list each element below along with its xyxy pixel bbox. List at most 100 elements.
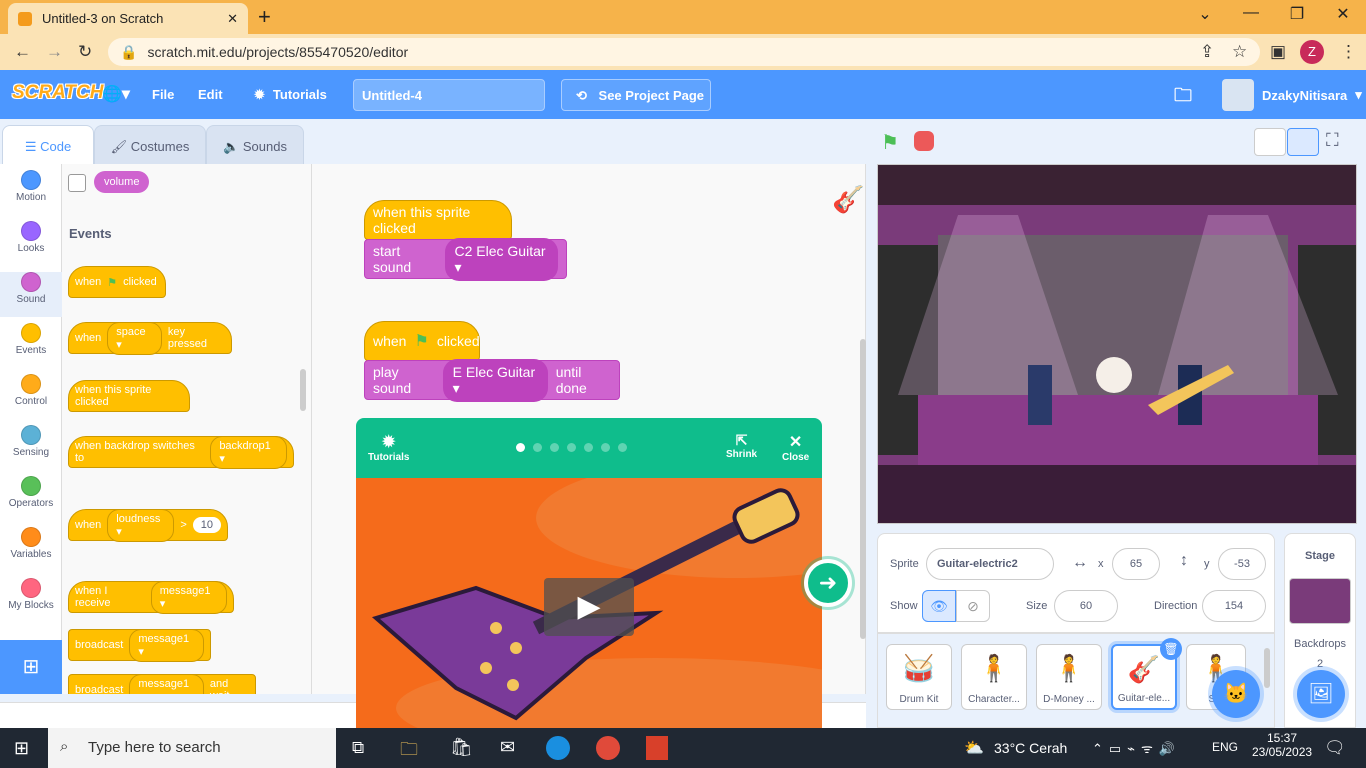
- scratch-logo[interactable]: SCRATCH: [12, 82, 103, 104]
- weather-icon[interactable]: ⛅: [964, 738, 984, 758]
- category-operators[interactable]: Operators: [0, 476, 62, 521]
- y-input[interactable]: -53: [1218, 548, 1266, 580]
- large-stage-button[interactable]: [1287, 128, 1319, 156]
- delete-sprite-icon[interactable]: 🗑: [1160, 638, 1182, 660]
- file-menu[interactable]: File: [152, 87, 174, 102]
- sound-dropdown[interactable]: C2 Elec Guitar ▾: [444, 237, 558, 281]
- green-flag-icon[interactable]: ⚑: [881, 130, 899, 155]
- tab-close-icon[interactable]: ✕: [227, 11, 238, 27]
- tab-costumes[interactable]: 🖌 Costumes: [94, 125, 206, 164]
- when-sprite-clicked-hat[interactable]: when this sprite clicked: [364, 200, 512, 240]
- loudness-dropdown[interactable]: loudness ▾: [107, 508, 175, 542]
- sprite-list-scrollbar[interactable]: [1264, 648, 1270, 688]
- user-menu[interactable]: DzakyNitisara ▾: [1222, 79, 1362, 111]
- add-sprite-cat-icon[interactable]: 🐱: [1212, 670, 1260, 718]
- when-flag-clicked-hat[interactable]: when ⚑ clicked: [364, 321, 480, 361]
- file-explorer-icon[interactable]: 🗀: [400, 737, 418, 767]
- url-field[interactable]: 🔒 scratch.mit.edu/projects/855470520/edi…: [108, 38, 1260, 66]
- step-dot[interactable]: [601, 443, 610, 452]
- backdrop-dropdown[interactable]: backdrop1 ▾: [210, 435, 287, 469]
- bookmark-star-icon[interactable]: ☆: [1232, 42, 1247, 62]
- edit-menu[interactable]: Edit: [198, 87, 223, 102]
- tutorials-button[interactable]: ✹ Tutorials: [368, 432, 409, 463]
- sprite-tile[interactable]: 🧍 Character...: [961, 644, 1027, 710]
- browser-menu-icon[interactable]: ⋮: [1340, 42, 1357, 62]
- step-dot[interactable]: [567, 443, 576, 452]
- message-dropdown[interactable]: message1 ▾: [129, 673, 204, 694]
- when-loudness-block[interactable]: when loudness ▾ > 10: [68, 508, 228, 542]
- sprite-name-input[interactable]: Guitar-electric2: [926, 548, 1054, 580]
- play-sound-until-done-block[interactable]: play sound E Elec Guitar ▾ until done: [364, 358, 620, 402]
- show-visible-eye-icon[interactable]: 👁: [922, 590, 956, 622]
- workspace-scrollbar[interactable]: [860, 339, 866, 639]
- fullscreen-icon[interactable]: ⛶: [1326, 130, 1339, 151]
- tutorial-video[interactable]: ▶: [356, 458, 822, 728]
- threshold-input[interactable]: 10: [192, 517, 221, 533]
- small-stage-button[interactable]: [1254, 128, 1286, 156]
- when-key-pressed-block[interactable]: when space ▾ key pressed: [68, 321, 232, 355]
- when-sprite-clicked-block[interactable]: when this sprite clicked: [68, 380, 190, 412]
- project-title-input[interactable]: Untitled-4: [353, 79, 545, 111]
- see-project-page-button[interactable]: ⟲ See Project Page: [561, 79, 711, 111]
- add-backdrop-icon[interactable]: 🖼: [1297, 670, 1345, 718]
- broadcast-block[interactable]: broadcast message1 ▾: [68, 628, 211, 662]
- message-dropdown[interactable]: message1 ▾: [150, 580, 227, 614]
- when-flag-clicked-block[interactable]: when ⚑ clicked: [68, 266, 166, 298]
- broadcast-and-wait-block[interactable]: broadcast message1 ▾ and wait: [68, 673, 256, 694]
- category-events[interactable]: Events: [0, 323, 62, 368]
- step-dot[interactable]: [550, 443, 559, 452]
- mail-icon[interactable]: ✉: [500, 737, 515, 758]
- windows-start-icon[interactable]: ⊞: [14, 738, 29, 759]
- tab-code[interactable]: ☰ Code: [2, 125, 94, 164]
- tab-sounds[interactable]: 🔈 Sounds: [206, 125, 304, 164]
- browser-tab[interactable]: Untitled-3 on Scratch ✕: [8, 3, 248, 34]
- sound-dropdown[interactable]: E Elec Guitar ▾: [442, 358, 548, 402]
- category-control[interactable]: Control: [0, 374, 62, 419]
- stop-icon[interactable]: [914, 131, 934, 151]
- category-variables[interactable]: Variables: [0, 527, 62, 572]
- profile-avatar[interactable]: Z: [1300, 40, 1324, 64]
- category-motion[interactable]: Motion: [0, 170, 62, 215]
- step-dot[interactable]: [618, 443, 627, 452]
- step-dot[interactable]: [533, 443, 542, 452]
- tab-search-icon[interactable]: ⌄: [1182, 4, 1228, 24]
- stage-canvas[interactable]: [877, 164, 1357, 524]
- edge-browser-icon[interactable]: [546, 736, 570, 760]
- language-indicator[interactable]: ENG: [1212, 740, 1238, 754]
- category-sensing[interactable]: Sensing: [0, 425, 62, 470]
- sidebar-icon[interactable]: ▣: [1270, 42, 1286, 62]
- maximize-button[interactable]: ❐: [1274, 4, 1320, 24]
- step-dot[interactable]: [584, 443, 593, 452]
- hide-eye-slash-icon[interactable]: ⊘: [956, 590, 990, 622]
- new-tab-button[interactable]: +: [258, 4, 271, 30]
- task-view-icon[interactable]: ⧉: [352, 738, 364, 758]
- forward-icon[interactable]: →: [46, 42, 63, 62]
- notifications-icon[interactable]: 🗨: [1324, 738, 1346, 758]
- category-my-blocks[interactable]: My Blocks: [0, 578, 62, 623]
- key-dropdown[interactable]: space ▾: [107, 321, 162, 355]
- share-icon[interactable]: ⇪: [1200, 42, 1214, 62]
- chrome-browser-icon[interactable]: [596, 736, 620, 760]
- clock[interactable]: 15:37 23/05/2023: [1252, 731, 1312, 759]
- when-i-receive-block[interactable]: when I receive message1 ▾: [68, 580, 234, 614]
- play-button[interactable]: ▶: [544, 578, 634, 636]
- volume-reporter[interactable]: volume: [94, 171, 150, 193]
- sprite-tile[interactable]: 🧍 D-Money ...: [1036, 644, 1102, 710]
- add-extension-button[interactable]: ⊞: [0, 640, 62, 694]
- office-app-icon[interactable]: [646, 736, 668, 760]
- direction-input[interactable]: 154: [1202, 590, 1266, 622]
- minimize-button[interactable]: —: [1228, 4, 1274, 22]
- message-dropdown[interactable]: message1 ▾: [129, 628, 204, 662]
- start-sound-block[interactable]: start sound C2 Elec Guitar ▾: [364, 237, 567, 281]
- category-sound[interactable]: Sound: [0, 272, 62, 317]
- stage-selector-panel[interactable]: Stage Backdrops 2 🖼: [1284, 533, 1356, 728]
- reload-icon[interactable]: ↻: [78, 42, 92, 62]
- language-globe-icon[interactable]: 🌐▾: [102, 84, 130, 104]
- volume-checkbox[interactable]: [68, 174, 86, 192]
- size-input[interactable]: 60: [1054, 590, 1118, 622]
- next-step-button[interactable]: ➜: [804, 559, 852, 607]
- tutorials-menu[interactable]: ✹ Tutorials: [254, 87, 327, 103]
- step-dot-active[interactable]: [516, 443, 525, 452]
- taskbar-search-box[interactable]: ⌕ Type here to search: [48, 728, 336, 768]
- system-tray-icons[interactable]: ⌃▭⌁ᯤ🔊: [1092, 739, 1181, 757]
